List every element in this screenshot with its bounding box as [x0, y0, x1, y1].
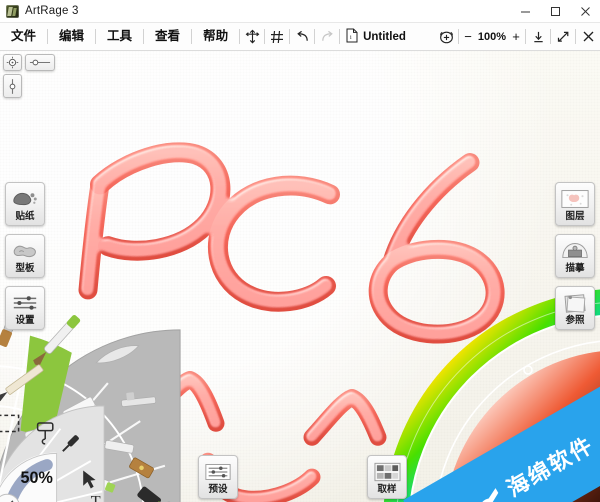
panel-settings-label: 设置 — [15, 315, 35, 326]
panel-presets[interactable]: 预设 — [198, 455, 238, 499]
pod-slider-horizontal[interactable] — [25, 54, 55, 71]
menu-help[interactable]: 帮助 — [192, 23, 239, 50]
sticker-icon — [11, 186, 39, 211]
panel-stickers-label: 贴纸 — [15, 211, 35, 222]
pod-slider-vertical[interactable] — [3, 74, 22, 98]
zoom-controls: − 100% + — [459, 23, 525, 50]
artrage-window: ArtRage 3 文件 编辑 工具 查看 帮助 i Untitled − 10… — [0, 0, 600, 502]
horizontal-slider-icon — [29, 59, 51, 66]
document-chip[interactable]: i Untitled — [340, 23, 414, 50]
panel-stickers[interactable]: 贴纸 — [5, 182, 45, 226]
presets-icon — [204, 459, 232, 484]
zoom-fit-icon[interactable] — [434, 23, 458, 50]
panel-settings[interactable]: 设置 — [5, 286, 45, 330]
pod-row-bottom — [3, 74, 55, 98]
pod-rotate-canvas[interactable] — [3, 54, 22, 71]
tracing-icon — [560, 238, 590, 263]
grid-icon[interactable] — [265, 23, 289, 50]
text-icon[interactable]: T — [91, 494, 101, 502]
sliders-icon — [11, 290, 39, 315]
menu-toolbar: 文件 编辑 工具 查看 帮助 i Untitled − 100% + — [0, 23, 600, 51]
document-name: Untitled — [363, 30, 406, 43]
right-panel-buttons: 图层 描摹 参照 — [555, 182, 595, 330]
document-info-icon: i — [346, 28, 358, 46]
window-title: ArtRage 3 — [25, 5, 79, 17]
left-panel-buttons: 贴纸 型板 设置 — [5, 182, 45, 330]
menu-file[interactable]: 文件 — [0, 23, 47, 50]
layers-icon — [560, 186, 590, 211]
close-icon[interactable] — [570, 0, 600, 22]
panel-tracing[interactable]: 描摹 — [555, 234, 595, 278]
undo-icon[interactable] — [290, 23, 314, 50]
menu-view[interactable]: 查看 — [144, 23, 191, 50]
title-bar: ArtRage 3 — [0, 0, 600, 23]
zoom-out-button[interactable]: − — [461, 29, 475, 44]
panel-stencils-label: 型板 — [15, 263, 35, 274]
maximize-icon[interactable] — [540, 0, 570, 22]
floating-pods — [3, 54, 55, 98]
download-icon[interactable] — [526, 23, 550, 50]
panel-tracing-label: 描摹 — [565, 263, 585, 274]
window-controls — [510, 0, 600, 22]
sponge-logo-icon — [479, 488, 499, 502]
panel-layers[interactable]: 图层 — [555, 182, 595, 226]
redo-icon[interactable] — [315, 23, 339, 50]
panel-reference[interactable]: 参照 — [555, 286, 595, 330]
panel-sampling-label: 取样 — [377, 484, 397, 495]
move-transform-icon[interactable] — [240, 23, 264, 50]
rotate-knob-icon — [6, 56, 19, 69]
pod-row-top — [3, 54, 55, 71]
artrage-app-icon — [6, 4, 19, 18]
sampling-grid-icon — [373, 459, 401, 484]
hue-marker-icon — [523, 365, 533, 375]
panel-sampling[interactable]: 取样 — [367, 455, 407, 499]
zoom-in-button[interactable]: + — [509, 29, 523, 44]
workspace: 贴纸 型板 设置 图层 描摹 参照 预设 取样 50% 海绵软件 — [0, 51, 600, 502]
restore-down-icon[interactable] — [551, 23, 575, 50]
vertical-slider-icon — [9, 78, 16, 94]
watermark-text: 海绵软件 — [502, 432, 599, 502]
panel-reference-label: 参照 — [565, 315, 585, 326]
tool-opacity-label: 50% — [21, 469, 53, 487]
stencil-icon — [11, 238, 39, 263]
panel-stencils[interactable]: 型板 — [5, 234, 45, 278]
menu-edit[interactable]: 编辑 — [48, 23, 95, 50]
zoom-level: 100% — [477, 30, 507, 43]
close-panel-icon[interactable] — [576, 23, 600, 50]
menu-tools[interactable]: 工具 — [96, 23, 143, 50]
minimize-icon[interactable] — [510, 0, 540, 22]
panel-layers-label: 图层 — [565, 211, 585, 222]
reference-icon — [560, 290, 590, 315]
panel-presets-label: 预设 — [208, 484, 228, 495]
